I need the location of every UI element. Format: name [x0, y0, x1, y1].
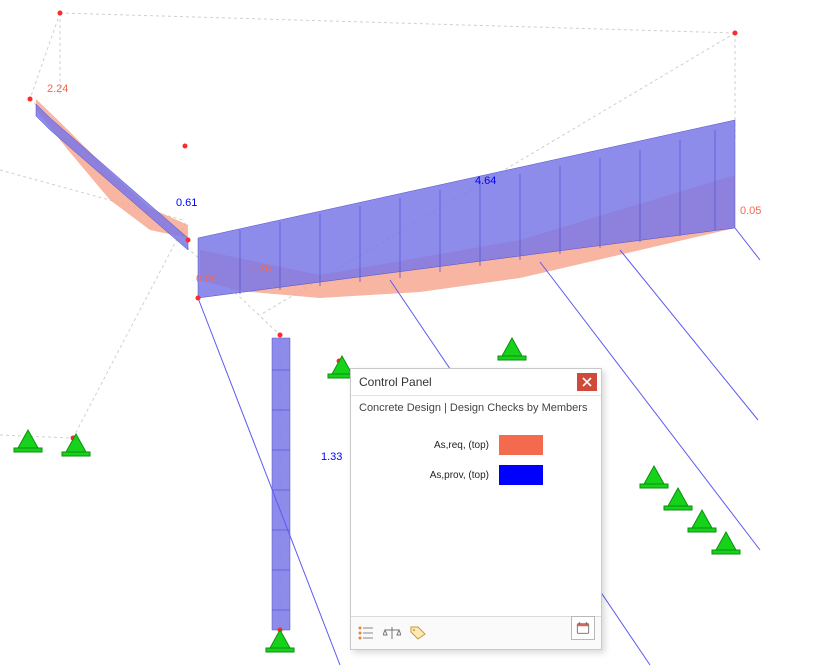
- legend-row-required: As,req, (top): [359, 432, 593, 458]
- list-icon: [358, 626, 374, 640]
- close-button[interactable]: [577, 373, 597, 391]
- legend-swatch-provided: [499, 465, 543, 485]
- result-value-label: 4.64: [475, 175, 496, 187]
- close-icon: [582, 377, 592, 387]
- result-value-label: 0.05: [740, 205, 761, 217]
- scale-button[interactable]: [383, 624, 401, 642]
- control-panel-subtitle: Concrete Design | Design Checks by Membe…: [359, 402, 593, 414]
- control-panel-body: Concrete Design | Design Checks by Membe…: [351, 396, 601, 616]
- result-value-label: 0.04: [196, 273, 217, 285]
- legend-label-required: As,req, (top): [359, 440, 499, 451]
- control-panel: Control Panel Concrete Design | Design C…: [350, 368, 602, 650]
- settings-button[interactable]: [571, 616, 595, 640]
- tag-button[interactable]: [409, 624, 427, 642]
- calendar-icon: [576, 621, 590, 635]
- control-panel-footer: [351, 616, 601, 649]
- result-value-label: 0.61: [176, 197, 197, 209]
- result-value-label: 1.33: [321, 451, 342, 463]
- control-panel-titlebar[interactable]: Control Panel: [351, 369, 601, 396]
- tag-icon: [410, 626, 426, 640]
- result-value-label: 2.24: [47, 83, 68, 95]
- list-view-button[interactable]: [357, 624, 375, 642]
- legend-label-provided: As,prov, (top): [359, 470, 499, 481]
- result-value-label: 1.26: [250, 263, 271, 275]
- legend-row-provided: As,prov, (top): [359, 462, 593, 488]
- legend-swatch-required: [499, 435, 543, 455]
- balance-icon: [383, 626, 401, 640]
- control-panel-title: Control Panel: [359, 375, 577, 389]
